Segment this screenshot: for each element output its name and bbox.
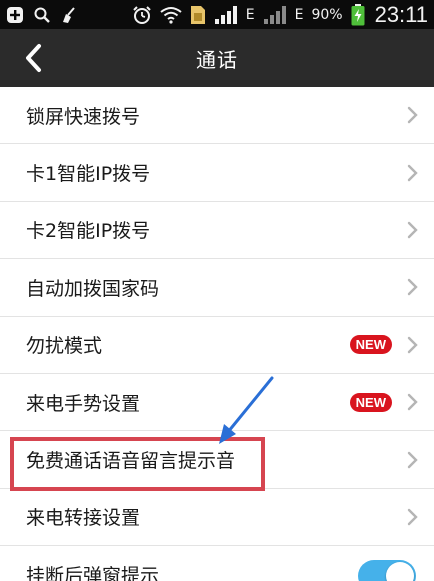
chevron-right-icon — [404, 105, 420, 125]
toggle-knob — [386, 562, 414, 581]
status-bar: E E 90% 23:11 — [0, 0, 434, 29]
list-item-label: 锁屏快速拨号 — [26, 105, 141, 128]
setting-sim2-smart-ip-dial[interactable]: 卡2智能IP拨号 — [0, 201, 434, 260]
alarm-icon — [132, 5, 152, 25]
settings-list: 锁屏快速拨号 卡1智能IP拨号 卡2智能IP拨号 自动加拨国家码 勿扰模式 NE… — [0, 87, 434, 581]
setting-post-hangup-popup[interactable]: 挂断后弹窗提示 — [0, 546, 434, 581]
list-item-label: 卡1智能IP拨号 — [26, 163, 151, 186]
chevron-right-icon — [404, 392, 420, 412]
battery-charging-icon — [351, 3, 365, 26]
back-button[interactable] — [16, 41, 50, 75]
new-badge: NEW — [349, 335, 392, 355]
list-item-label: 免费通话语音留言提示音 — [26, 450, 236, 473]
battery-percent: 90% — [311, 6, 343, 23]
signal-icon — [214, 5, 238, 25]
new-badge: NEW — [349, 392, 392, 412]
wifi-icon — [160, 6, 182, 24]
status-left-icons — [6, 6, 78, 24]
list-item-label: 自动加拨国家码 — [26, 277, 160, 300]
broom-icon — [60, 6, 78, 24]
setting-lockscreen-quick-dial[interactable]: 锁屏快速拨号 — [0, 87, 434, 145]
setting-call-forwarding[interactable]: 来电转接设置 — [0, 488, 434, 547]
search-icon — [33, 6, 51, 24]
chevron-right-icon — [404, 277, 420, 297]
list-item-label: 勿扰模式 — [26, 335, 103, 358]
setting-voicemail-tone[interactable]: 免费通话语音留言提示音 — [0, 431, 434, 489]
list-item-label: 卡2智能IP拨号 — [26, 220, 151, 243]
e-network-icon: E — [294, 6, 304, 23]
setting-auto-country-code[interactable]: 自动加拨国家码 — [0, 259, 434, 317]
setting-sim1-smart-ip-dial[interactable]: 卡1智能IP拨号 — [0, 144, 434, 202]
chevron-right-icon — [404, 507, 420, 527]
clock: 23:11 — [374, 1, 428, 27]
status-right-icons: E E 90% 23:11 — [132, 1, 428, 27]
e-network-icon: E — [245, 6, 255, 23]
chevron-left-icon — [26, 44, 41, 72]
post-hangup-popup-toggle[interactable] — [358, 560, 416, 581]
list-item-label: 来电手势设置 — [26, 392, 141, 415]
setting-do-not-disturb[interactable]: 勿扰模式 NEW — [0, 316, 434, 374]
page-title: 通话 — [196, 47, 238, 72]
plus-box-icon — [6, 6, 24, 24]
chevron-right-icon — [404, 335, 420, 355]
signal-icon — [263, 5, 287, 25]
setting-incoming-gesture[interactable]: 来电手势设置 NEW — [0, 373, 434, 432]
chevron-right-icon — [404, 220, 420, 240]
sim-card-icon — [190, 5, 206, 25]
title-bar: 通话 — [0, 29, 434, 87]
list-item-label: 来电转接设置 — [26, 507, 141, 530]
chevron-right-icon — [404, 163, 420, 183]
chevron-right-icon — [404, 450, 420, 470]
